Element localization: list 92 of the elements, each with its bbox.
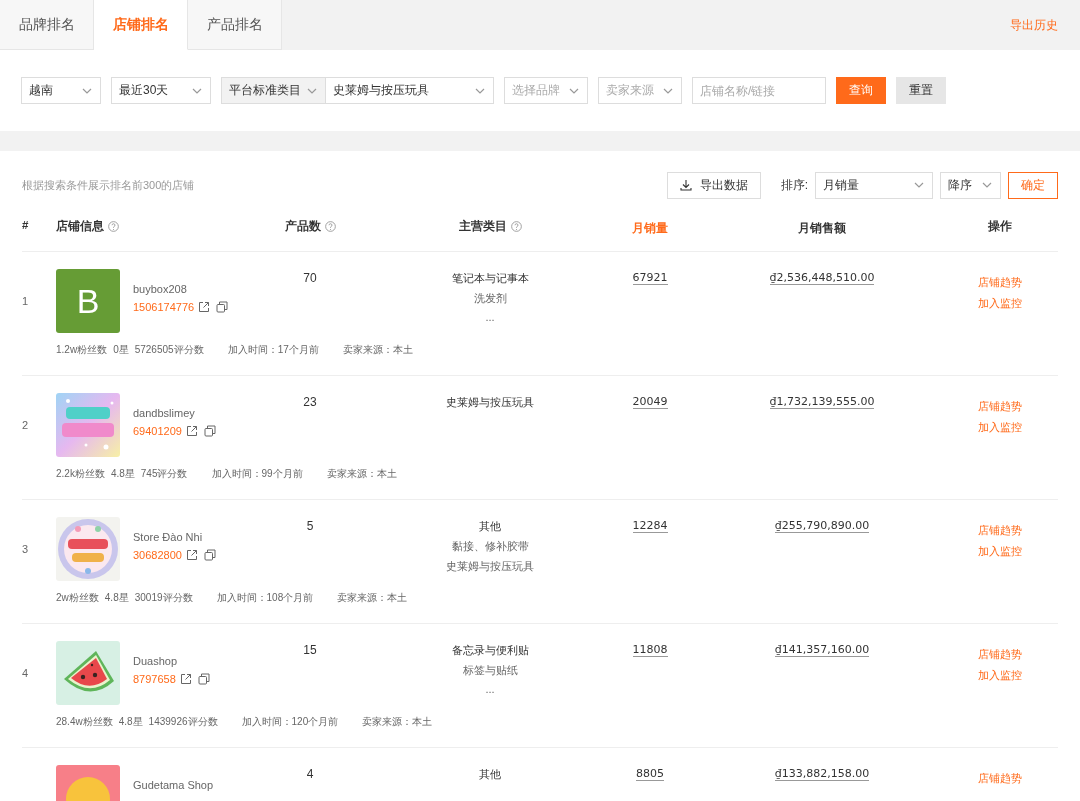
column-header: 产品数	[284, 219, 321, 234]
category-type-dropdown[interactable]: 平台标准类目	[221, 77, 326, 104]
chevron-down-icon	[982, 182, 992, 188]
category-text: 黏接、修补胶带	[451, 539, 529, 554]
monthly-revenue-link[interactable]: ₫141,357,160.00	[774, 643, 870, 657]
external-link-icon	[185, 549, 198, 561]
chevron-down-icon	[914, 182, 924, 188]
category-text: ...	[485, 683, 495, 695]
copy-icon	[216, 301, 229, 313]
shop-stat: 卖家来源：本土	[326, 467, 397, 481]
category-text: 洗发剂	[473, 291, 507, 306]
category-text: 笔记本与记事本	[451, 271, 529, 286]
category-text: 标签与贴纸	[462, 663, 518, 678]
category-text: 史莱姆与按压玩具	[446, 559, 534, 574]
shop-stat: 4.8星	[110, 467, 135, 481]
search-field[interactable]: 店铺名称/链接	[692, 77, 826, 104]
monthly-sales-link[interactable]: 8805	[636, 767, 664, 781]
export-data-button[interactable]: 导出数据	[666, 171, 761, 199]
shop-stat: 30019评分数	[134, 591, 193, 605]
shop-stat: 加入时间：108个月前	[216, 591, 314, 605]
column-header: 月销售额	[798, 221, 846, 236]
external-link-icon	[185, 425, 198, 437]
chevron-down-icon	[82, 87, 92, 94]
download-icon	[679, 179, 692, 191]
shop-stat: 0星	[113, 343, 129, 357]
chevron-down-icon	[569, 87, 579, 94]
shop-stat: 加入时间：17个月前	[227, 343, 319, 357]
monthly-revenue-link[interactable]: ₫255,790,890.00	[774, 519, 870, 533]
chevron-down-icon	[663, 87, 673, 94]
category-text: 史莱姆与按压玩具	[446, 395, 534, 410]
shop-stat: 卖家来源：本土	[342, 343, 413, 357]
external-link-icon	[198, 301, 211, 313]
rank-number: 4	[22, 667, 29, 679]
monthly-sales-link[interactable]: 12284	[632, 519, 668, 533]
shop-stat: 卖家来源：本土	[337, 591, 408, 605]
category-text: 备忘录与便利贴	[451, 643, 529, 658]
shop-stat: 加入时间：99个月前	[211, 467, 303, 481]
shop-name: buybox208	[133, 283, 188, 295]
monthly-revenue-link[interactable]: ₫133,882,158.00	[774, 767, 870, 781]
sort-field-dropdown[interactable]: 月销量	[815, 171, 933, 199]
monthly-revenue-link[interactable]: ₫2,536,448,510.00	[769, 271, 875, 285]
shop-stat: 28.4w粉丝数	[56, 715, 113, 729]
sort-order-dropdown[interactable]: 降序	[940, 171, 1001, 199]
monthly-sales-link[interactable]: 20049	[632, 395, 668, 409]
shop-stat: 745评分数	[140, 467, 188, 481]
product-count: 15	[302, 642, 318, 659]
shop-stat: 4.8星	[118, 715, 143, 729]
shop-stat: 卖家来源：本土	[362, 715, 433, 729]
shop-avatar: B	[56, 269, 120, 333]
category-dropdown[interactable]: 史莱姆与按压玩具	[326, 77, 494, 104]
rank-number: 2	[22, 419, 29, 431]
rank-number: 1	[22, 295, 29, 307]
rank-number: 3	[22, 543, 29, 555]
column-header: #	[22, 219, 29, 231]
monthly-revenue-link[interactable]: ₫1,732,139,555.00	[769, 395, 875, 409]
category-text: 其他	[479, 767, 501, 782]
column-header: 操作	[988, 219, 1012, 234]
shop-stat: 5726505评分数	[134, 343, 204, 357]
shop-stat: 1439926评分数	[148, 715, 218, 729]
copy-icon	[203, 549, 216, 561]
category-text: ...	[485, 311, 495, 323]
tab[interactable]: 产品排名	[188, 0, 282, 50]
dropdown[interactable]: 越南	[21, 77, 101, 104]
shop-stat: 2w粉丝数	[56, 591, 99, 605]
shop-name: Gudetama Shop	[133, 779, 214, 791]
external-link-icon	[179, 673, 192, 685]
chevron-down-icon	[192, 87, 202, 94]
product-count: 23	[302, 394, 318, 411]
chevron-down-icon	[307, 87, 317, 94]
sort-label: 排序:	[780, 176, 808, 194]
shop-stat: 加入时间：120个月前	[241, 715, 339, 729]
tab[interactable]: 品牌排名	[0, 0, 94, 50]
copy-icon	[203, 425, 216, 437]
monthly-sales-link[interactable]: 67921	[632, 271, 668, 285]
dropdown[interactable]: 最近30天	[111, 77, 211, 104]
product-count: 4	[305, 766, 315, 783]
summary-text: 根据搜索条件展示排名前300的店铺	[22, 177, 195, 193]
monthly-sales-link[interactable]: 11808	[632, 643, 668, 657]
category-text: 其他	[479, 519, 501, 534]
shop-stat: 1.2w粉丝数	[56, 343, 108, 357]
shop-name: Duashop	[133, 655, 179, 667]
shop-name: Store Đào Nhi	[133, 531, 204, 543]
shop-name: dandbslimey	[133, 407, 196, 419]
product-count: 70	[302, 270, 318, 287]
column-header: 主营类目	[458, 219, 507, 234]
reset-button[interactable]: 重置	[896, 77, 946, 104]
chevron-down-icon	[475, 87, 485, 94]
column-header: 店铺信息	[56, 219, 104, 234]
copy-icon	[197, 673, 210, 685]
shop-stat: 2.2k粉丝数	[56, 467, 105, 481]
product-count: 5	[305, 518, 315, 535]
shop-stat: 4.8星	[104, 591, 129, 605]
